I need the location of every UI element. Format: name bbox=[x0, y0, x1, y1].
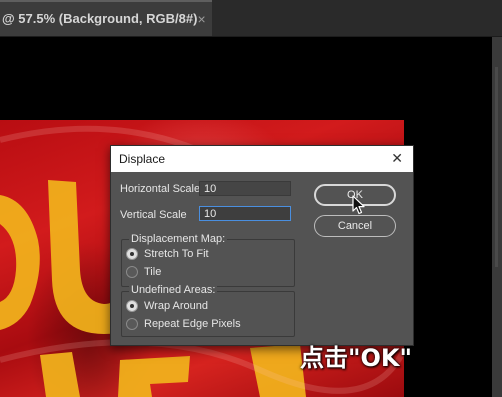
active-tab-indicator bbox=[0, 0, 212, 2]
displace-dialog: Displace ✕ Horizontal Scale Vertical Sca… bbox=[110, 145, 414, 346]
horizontal-scale-input[interactable] bbox=[199, 181, 291, 196]
displacement-map-group bbox=[121, 239, 295, 287]
document-tab-bar: @ 57.5% (Background, RGB/8#) × bbox=[0, 0, 502, 37]
radio-label: Tile bbox=[144, 266, 162, 278]
close-icon[interactable]: ✕ bbox=[391, 150, 403, 167]
undefined-areas-title: Undefined Areas: bbox=[129, 284, 218, 296]
radio-wrap-around[interactable]: Wrap Around bbox=[126, 300, 208, 312]
radio-stretch-to-fit[interactable]: Stretch To Fit bbox=[126, 248, 209, 260]
radio-label: Wrap Around bbox=[144, 300, 209, 312]
mouse-pointer-icon bbox=[352, 195, 365, 215]
radio-repeat-edge-pixels[interactable]: Repeat Edge Pixels bbox=[126, 318, 241, 330]
horizontal-scale-label: Horizontal Scale bbox=[120, 183, 201, 195]
radio-unselected-icon bbox=[126, 318, 138, 330]
dialog-title: Displace bbox=[119, 152, 166, 166]
cancel-button[interactable]: Cancel bbox=[314, 215, 396, 237]
displacement-map-title: Displacement Map: bbox=[129, 233, 228, 245]
dialog-title-bar[interactable]: Displace ✕ bbox=[111, 146, 413, 172]
radio-selected-icon bbox=[126, 300, 138, 312]
radio-unselected-icon bbox=[126, 266, 138, 278]
undefined-areas-group bbox=[121, 291, 295, 337]
document-tab-title: @ 57.5% (Background, RGB/8#) bbox=[2, 11, 198, 26]
document-tab[interactable]: @ 57.5% (Background, RGB/8#) × bbox=[0, 0, 212, 37]
subtitle-caption: 点击"OK" bbox=[300, 344, 413, 372]
radio-label: Repeat Edge Pixels bbox=[144, 318, 241, 330]
vertical-scale-label: Vertical Scale bbox=[120, 209, 187, 221]
vertical-scale-input[interactable] bbox=[199, 206, 291, 221]
radio-selected-icon bbox=[126, 248, 138, 260]
close-icon[interactable]: × bbox=[197, 11, 205, 27]
radio-label: Stretch To Fit bbox=[144, 248, 209, 260]
tab-bar-empty bbox=[212, 0, 502, 37]
vertical-scrollbar[interactable] bbox=[492, 37, 502, 397]
radio-tile[interactable]: Tile bbox=[126, 266, 161, 278]
